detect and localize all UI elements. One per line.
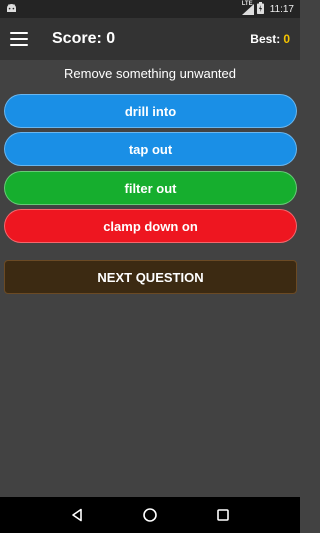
battery-charging-icon <box>256 1 264 17</box>
best-label: Best: <box>250 32 281 46</box>
best-value: 0 <box>283 32 290 46</box>
answer-button[interactable]: clamp down on <box>4 209 297 243</box>
best-score: Best: 0 <box>250 32 290 46</box>
score-text: Score: 0 <box>52 30 116 47</box>
navigation-bar <box>0 497 300 533</box>
question-prompt: Remove something unwanted <box>64 66 236 81</box>
status-bar: LTE 11:17 <box>0 0 300 18</box>
recents-square-icon[interactable] <box>208 500 238 530</box>
next-question-button[interactable]: NEXT QUESTION <box>4 260 297 294</box>
network-label: LTE <box>241 0 253 7</box>
app-bar: Score: 0 Best: 0 <box>0 18 300 60</box>
clock: 11:17 <box>269 3 294 15</box>
home-circle-icon[interactable] <box>135 500 165 530</box>
cell-signal-icon: LTE <box>241 0 254 15</box>
answer-button[interactable]: filter out <box>4 171 297 205</box>
hamburger-menu-icon[interactable] <box>10 32 28 46</box>
android-icon <box>6 3 17 16</box>
answer-button[interactable]: tap out <box>4 132 297 166</box>
answer-button[interactable]: drill into <box>4 94 297 128</box>
back-triangle-icon[interactable] <box>62 500 92 530</box>
